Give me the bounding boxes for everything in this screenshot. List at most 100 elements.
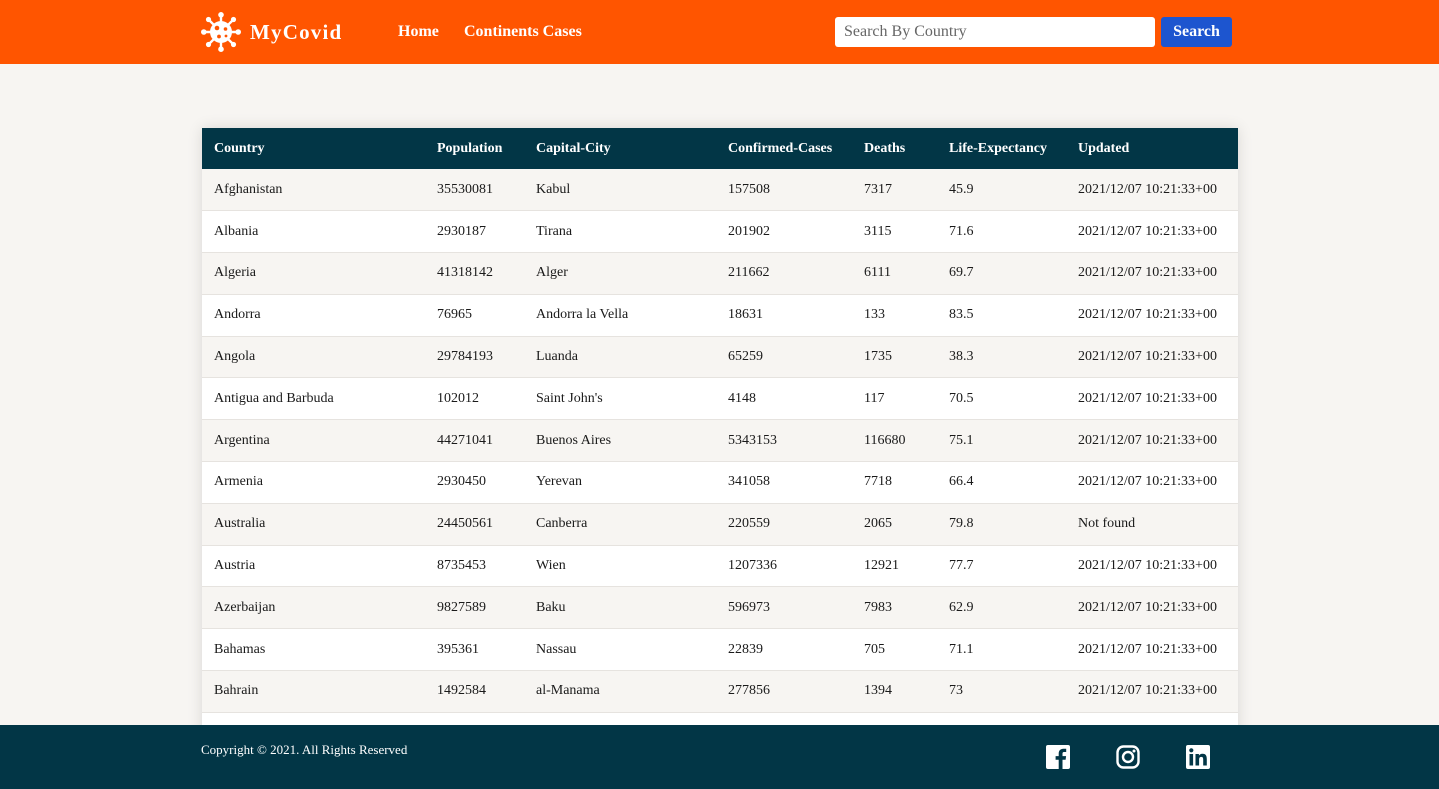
column-header-country[interactable]: Country bbox=[202, 128, 425, 169]
cell-country: Armenia bbox=[214, 474, 263, 490]
cell-life-expectancy: 73 bbox=[949, 683, 963, 699]
brand-link[interactable]: MyCovid bbox=[201, 12, 342, 52]
cell-population: 395361 bbox=[437, 641, 479, 657]
column-header-deaths[interactable]: Deaths bbox=[852, 128, 937, 169]
column-header-life-expectancy[interactable]: Life-Expectancy bbox=[937, 128, 1066, 169]
cell-deaths: 1394 bbox=[864, 683, 892, 699]
cell-updated: 2021/12/07 10:21:33+00 bbox=[1078, 307, 1217, 323]
cell-country: Bahrain bbox=[214, 683, 259, 699]
cell-capital-city: Buenos Aires bbox=[536, 432, 612, 448]
cell-capital-city: Kabul bbox=[536, 181, 571, 197]
column-header-capital-city[interactable]: Capital-City bbox=[524, 128, 716, 169]
search-button[interactable]: Search bbox=[1161, 17, 1232, 47]
table-row: Bahrain 1492584 al-Manama 277856 1394 73 2021/… bbox=[202, 670, 1238, 713]
cell-population: 9827589 bbox=[437, 599, 486, 615]
nav-continents-link[interactable]: Continents Cases bbox=[464, 21, 582, 43]
cell-country: Bahamas bbox=[214, 641, 266, 657]
copyright-text: Copyright © 2021. All Rights Reserved bbox=[201, 742, 408, 757]
instagram-icon[interactable] bbox=[1116, 745, 1140, 769]
cell-population: 2930450 bbox=[437, 474, 486, 490]
cell-deaths: 705 bbox=[864, 641, 885, 657]
cell-confirmed-cases: 211662 bbox=[728, 265, 770, 281]
cell-capital-city: Alger bbox=[536, 265, 568, 281]
cell-deaths: 7718 bbox=[864, 474, 892, 490]
cell-capital-city: Wien bbox=[536, 558, 566, 574]
cell-life-expectancy: 69.7 bbox=[949, 265, 974, 281]
cell-updated: 2021/12/07 10:21:33+00 bbox=[1078, 265, 1217, 281]
cell-updated: 2021/12/07 10:21:33+00 bbox=[1078, 683, 1217, 699]
cell-life-expectancy: 66.4 bbox=[949, 474, 974, 490]
cell-capital-city: Saint John's bbox=[536, 390, 603, 406]
cell-life-expectancy: 79.8 bbox=[949, 516, 974, 532]
table-row: Antigua and Barbuda 102012 Saint John's 414… bbox=[202, 377, 1238, 420]
cell-population: 41318142 bbox=[437, 265, 493, 281]
cell-updated: 2021/12/07 10:21:33+00 bbox=[1078, 474, 1217, 490]
cell-updated: 2021/12/07 10:21:33+00 bbox=[1078, 349, 1217, 365]
table-row: Albania 2930187 Tirana 201902 3115 71.6 2021/1… bbox=[202, 210, 1238, 253]
nav-home-link[interactable]: Home bbox=[398, 21, 439, 43]
cell-population: 44271041 bbox=[437, 432, 493, 448]
table-row: Armenia 2930450 Yerevan 341058 7718 66.4 2021/… bbox=[202, 461, 1238, 504]
cell-capital-city: Andorra la Vella bbox=[536, 307, 629, 323]
cell-deaths: 117 bbox=[864, 390, 885, 406]
table-row: Argentina 44271041 Buenos Aires 5343153 1166… bbox=[202, 419, 1238, 462]
cell-deaths: 2065 bbox=[864, 516, 892, 532]
cell-population: 8735453 bbox=[437, 558, 486, 574]
cell-updated: 2021/12/07 10:21:33+00 bbox=[1078, 181, 1217, 197]
countries-table: Country Population Capital-City Confirme… bbox=[202, 128, 1238, 755]
table-row: Andorra 76965 Andorra la Vella 18631 133 83.5… bbox=[202, 294, 1238, 337]
cell-population: 102012 bbox=[437, 390, 479, 406]
cell-country: Argentina bbox=[214, 432, 270, 448]
cell-capital-city: al-Manama bbox=[536, 683, 600, 699]
table-row: Algeria 41318142 Alger 211662 6111 69.7 2021/1… bbox=[202, 252, 1238, 295]
column-header-confirmed-cases[interactable]: Confirmed-Cases bbox=[716, 128, 852, 169]
cell-life-expectancy: 62.9 bbox=[949, 599, 974, 615]
table-row: Australia 24450561 Canberra 220559 2065 79.8 N… bbox=[202, 503, 1238, 546]
cell-capital-city: Nassau bbox=[536, 641, 577, 657]
table-body: Afghanistan 35530081 Kabul 157508 7317 45.9 20… bbox=[202, 169, 1238, 755]
table-header-row: Country Population Capital-City Confirme… bbox=[202, 128, 1238, 169]
cell-capital-city: Baku bbox=[536, 599, 566, 615]
cell-life-expectancy: 70.5 bbox=[949, 390, 974, 406]
cell-confirmed-cases: 22839 bbox=[728, 641, 763, 657]
cell-country: Algeria bbox=[214, 265, 256, 281]
cell-population: 1492584 bbox=[437, 683, 486, 699]
cell-deaths: 12921 bbox=[864, 558, 899, 574]
cell-capital-city: Canberra bbox=[536, 516, 588, 532]
cell-country: Azerbaijan bbox=[214, 599, 276, 615]
cell-capital-city: Tirana bbox=[536, 223, 573, 239]
cell-life-expectancy: 45.9 bbox=[949, 181, 974, 197]
cell-country: Antigua and Barbuda bbox=[214, 390, 334, 406]
cell-deaths: 133 bbox=[864, 307, 885, 323]
table-row: Austria 8735453 Wien 1207336 12921 77.7 2021/1… bbox=[202, 545, 1238, 587]
virus-icon bbox=[201, 12, 241, 52]
cell-population: 35530081 bbox=[437, 181, 493, 197]
cell-life-expectancy: 38.3 bbox=[949, 349, 974, 365]
cell-confirmed-cases: 220559 bbox=[728, 516, 770, 532]
search-input[interactable] bbox=[835, 17, 1155, 47]
cell-deaths: 7317 bbox=[864, 181, 892, 197]
cell-population: 29784193 bbox=[437, 349, 493, 365]
cell-life-expectancy: 71.1 bbox=[949, 641, 974, 657]
column-header-population[interactable]: Population bbox=[425, 128, 524, 169]
cell-country: Andorra bbox=[214, 307, 261, 323]
facebook-icon[interactable] bbox=[1046, 745, 1070, 769]
cell-country: Albania bbox=[214, 223, 259, 239]
cell-deaths: 7983 bbox=[864, 599, 892, 615]
cell-confirmed-cases: 341058 bbox=[728, 474, 770, 490]
brand-name: MyCovid bbox=[250, 19, 343, 44]
column-header-updated[interactable]: Updated bbox=[1066, 128, 1238, 169]
cell-confirmed-cases: 4148 bbox=[728, 390, 756, 406]
cell-country: Austria bbox=[214, 558, 256, 574]
cell-confirmed-cases: 277856 bbox=[728, 683, 770, 699]
cell-confirmed-cases: 65259 bbox=[728, 349, 763, 365]
linkedin-icon[interactable] bbox=[1186, 745, 1210, 769]
cell-population: 24450561 bbox=[437, 516, 493, 532]
cell-confirmed-cases: 5343153 bbox=[728, 432, 777, 448]
cell-capital-city: Luanda bbox=[536, 349, 578, 365]
countries-table-container: Country Population Capital-City Confirme… bbox=[202, 128, 1238, 755]
cell-updated: 2021/12/07 10:21:33+00 bbox=[1078, 641, 1217, 657]
cell-population: 76965 bbox=[437, 307, 472, 323]
cell-confirmed-cases: 1207336 bbox=[728, 558, 777, 574]
cell-updated: 2021/12/07 10:21:33+00 bbox=[1078, 432, 1217, 448]
